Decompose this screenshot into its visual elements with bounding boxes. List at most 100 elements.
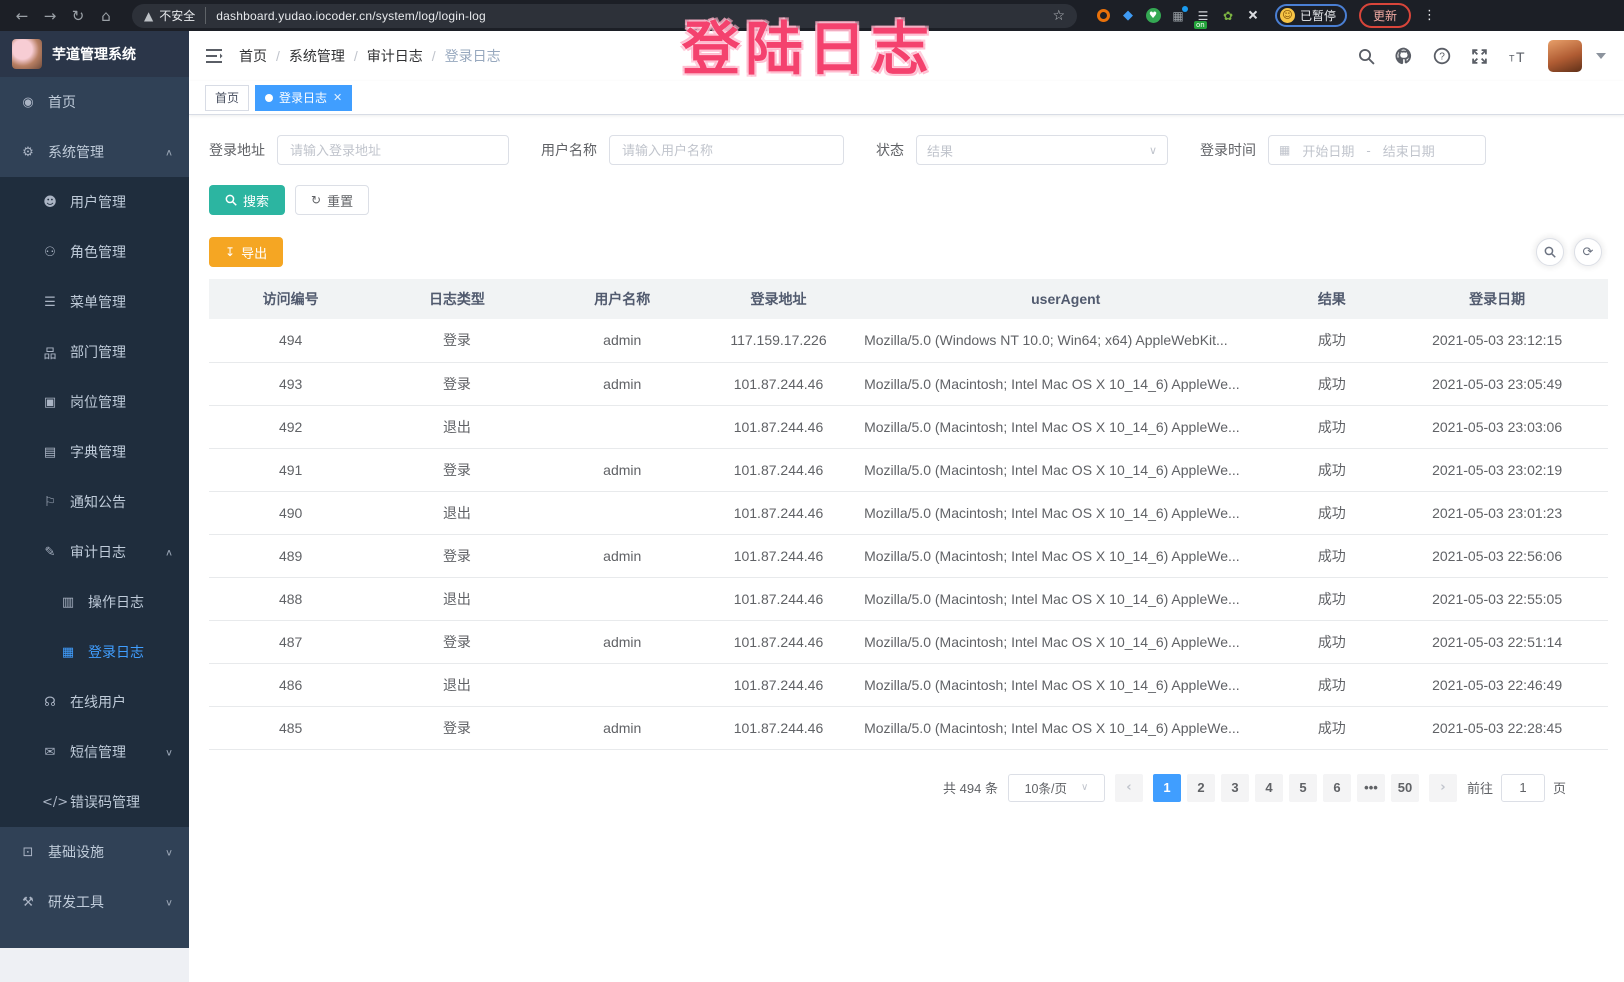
prev-page-button[interactable]: ‹ <box>1115 774 1143 802</box>
cell-agent: Mozilla/5.0 (Windows NT 10.0; Win64; x64… <box>854 319 1277 362</box>
sidebar-item-notice-management[interactable]: ⚐通知公告 <box>0 477 189 527</box>
cell-id: 487 <box>209 620 372 663</box>
browser-reload-icon[interactable]: ↻ <box>66 4 90 28</box>
browser-home-icon[interactable]: ⌂ <box>94 4 118 28</box>
address-bar[interactable]: ▲ 不安全 dashboard.yudao.iocoder.cn/system/… <box>132 4 1077 28</box>
page-4-button[interactable]: 4 <box>1255 774 1283 802</box>
browser-update-button[interactable]: 更新 <box>1359 3 1411 28</box>
extensions-puzzle-icon[interactable]: ❌︎ <box>1245 8 1261 24</box>
help-icon[interactable]: ? <box>1433 47 1451 65</box>
extension-gem-icon[interactable]: ◆ <box>1120 8 1136 24</box>
sidebar-item-dev-tools[interactable]: ⚒研发工具∨ <box>0 877 189 927</box>
sidebar-item-operation-log[interactable]: ▥操作日志 <box>0 577 189 627</box>
sidebar-toggle-icon[interactable] <box>205 48 223 64</box>
export-button[interactable]: ↧ 导出 <box>209 237 283 267</box>
cell-result: 成功 <box>1277 405 1386 448</box>
sidebar-item-dict-management[interactable]: ▤字典管理 <box>0 427 189 477</box>
page-5-button[interactable]: 5 <box>1289 774 1317 802</box>
goto-page-input[interactable] <box>1501 774 1545 802</box>
sidebar-item-home[interactable]: ◉首页 <box>0 77 189 127</box>
github-icon[interactable] <box>1395 47 1413 65</box>
tab-login-log[interactable]: 登录日志 ✕ <box>255 85 352 111</box>
page-size-select[interactable]: 10条/页 ∨ <box>1008 774 1105 802</box>
chevron-down-icon: ∨ <box>1149 144 1157 157</box>
end-date-placeholder: 结束日期 <box>1383 141 1435 160</box>
svg-text:T: T <box>1509 53 1515 63</box>
username-label: 用户名称 <box>541 140 597 160</box>
browser-forward-icon[interactable]: → <box>38 4 62 28</box>
status-select[interactable]: 结果 ∨ <box>916 135 1168 165</box>
sidebar-item-error-code-management[interactable]: </>错误码管理 <box>0 777 189 827</box>
cell-date: 2021-05-03 22:56:06 <box>1386 534 1608 577</box>
column-header: 登录日期 <box>1386 279 1608 319</box>
security-warning[interactable]: ▲ 不安全 <box>144 7 206 24</box>
megaphone-icon: ⚐ <box>42 495 58 510</box>
cell-date: 2021-05-03 22:28:45 <box>1386 706 1608 749</box>
active-tab-dot <box>265 94 273 102</box>
breadcrumb-item[interactable]: 首页 <box>239 46 267 66</box>
login-address-input[interactable] <box>277 135 509 165</box>
profile-paused-badge[interactable]: ☺ 已暂停 <box>1275 4 1347 27</box>
refresh-button[interactable]: ⟳ <box>1574 238 1602 266</box>
sidebar-item-dept-management[interactable]: 品部门管理 <box>0 327 189 377</box>
user-avatar[interactable] <box>1548 40 1582 72</box>
search-button-label: 搜索 <box>243 191 269 210</box>
message-icon: ✉ <box>42 745 58 760</box>
cell-result: 成功 <box>1277 706 1386 749</box>
reset-button-label: 重置 <box>327 191 353 210</box>
cell-type: 退出 <box>372 663 541 706</box>
extension-grid-icon[interactable]: ▦ <box>1170 8 1186 24</box>
filter-form: 登录地址 用户名称 状态 结果 ∨ 登录时间 ▦ <box>209 135 1608 165</box>
page-50-button[interactable]: 50 <box>1391 774 1419 802</box>
browser-menu-icon[interactable]: ⋮ <box>1423 8 1436 23</box>
search-button[interactable]: 搜索 <box>209 185 285 215</box>
tab-close-icon[interactable]: ✕ <box>333 91 342 104</box>
sidebar-item-label: 用户管理 <box>70 192 126 212</box>
bookmark-star-icon[interactable]: ☆ <box>1052 8 1065 24</box>
avatar-caret-icon[interactable] <box>1596 53 1606 59</box>
cell-result: 成功 <box>1277 620 1386 663</box>
document-icon: ▥ <box>60 595 76 610</box>
extension-orange-icon[interactable] <box>1095 8 1111 24</box>
login-address-label: 登录地址 <box>209 140 265 160</box>
sidebar-item-sms-management[interactable]: ✉短信管理∨ <box>0 727 189 777</box>
sidebar-item-role-management[interactable]: ⚇角色管理 <box>0 227 189 277</box>
cell-id: 488 <box>209 577 372 620</box>
date-range-picker[interactable]: ▦ 开始日期 - 结束日期 <box>1268 135 1486 165</box>
sidebar-item-audit-log[interactable]: ✎审计日志∧ <box>0 527 189 577</box>
table-row: 488退出101.87.244.46Mozilla/5.0 (Macintosh… <box>209 577 1608 620</box>
calendar-icon: ▦ <box>1279 143 1290 157</box>
app-logo[interactable]: 芋道管理系统 <box>0 31 189 77</box>
page-1-button[interactable]: 1 <box>1153 774 1181 802</box>
username-input[interactable] <box>609 135 844 165</box>
page-3-button[interactable]: 3 <box>1221 774 1249 802</box>
sidebar-item-online-users[interactable]: ☊在线用户 <box>0 677 189 727</box>
more-pages-button[interactable]: ••• <box>1357 774 1385 802</box>
sidebar-item-menu-management[interactable]: ☰菜单管理 <box>0 277 189 327</box>
breadcrumb-item[interactable]: 审计日志 <box>367 46 423 66</box>
reset-button[interactable]: ↻ 重置 <box>295 185 369 215</box>
sidebar-item-infrastructure[interactable]: ⊡基础设施∨ <box>0 827 189 877</box>
search-icon[interactable] <box>1358 48 1375 65</box>
fullscreen-icon[interactable] <box>1471 48 1488 65</box>
extension-leaf-icon[interactable]: ✿ <box>1220 8 1236 24</box>
sidebar-item-login-log[interactable]: ▦登录日志 <box>0 627 189 677</box>
extension-green-heart-icon[interactable]: ♥ <box>1145 8 1161 24</box>
column-header: 访问编号 <box>209 279 372 319</box>
sidebar-item-user-management[interactable]: ☻用户管理 <box>0 177 189 227</box>
page-6-button[interactable]: 6 <box>1323 774 1351 802</box>
breadcrumb-item[interactable]: 系统管理 <box>289 46 345 66</box>
table-row: 493登录admin101.87.244.46Mozilla/5.0 (Maci… <box>209 362 1608 405</box>
tab-home[interactable]: 首页 <box>205 85 249 111</box>
dashboard-icon: ◉ <box>20 95 36 110</box>
font-size-icon[interactable]: TT <box>1508 48 1528 65</box>
toggle-search-button[interactable] <box>1536 238 1564 266</box>
sidebar-item-system-management[interactable]: ⚙系统管理∧ <box>0 127 189 177</box>
sidebar-item-post-management[interactable]: ▣岗位管理 <box>0 377 189 427</box>
extension-list-on-icon[interactable]: ☰on <box>1195 8 1211 24</box>
cell-type: 登录 <box>372 706 541 749</box>
sidebar-item-label: 在线用户 <box>70 692 126 712</box>
browser-back-icon[interactable]: ← <box>10 4 34 28</box>
page-2-button[interactable]: 2 <box>1187 774 1215 802</box>
next-page-button[interactable]: › <box>1429 774 1457 802</box>
